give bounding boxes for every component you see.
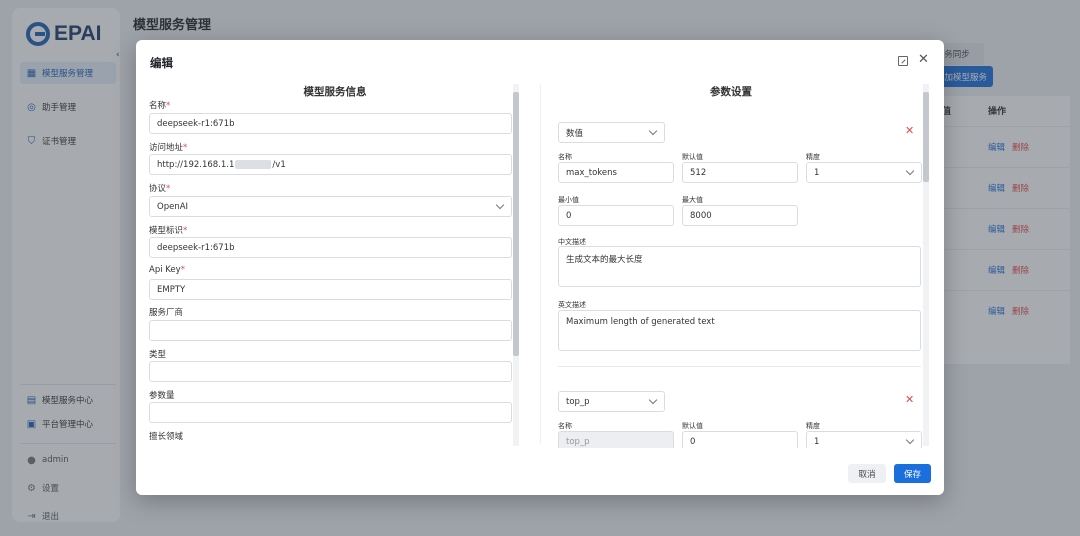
param-default-field[interactable]: 512	[682, 162, 798, 183]
param-min-field[interactable]: 0	[558, 205, 674, 226]
fullscreen-icon[interactable]	[898, 56, 908, 66]
protocol-label: 协议*	[149, 184, 171, 194]
param-zh-desc-field[interactable]: 生成文本的最大长度	[558, 246, 921, 287]
param-count-field[interactable]	[149, 402, 512, 423]
protocol-select[interactable]: OpenAI	[149, 196, 512, 217]
param-name-label: 名称	[558, 153, 572, 161]
vendor-field[interactable]	[149, 320, 512, 341]
remove-param-icon[interactable]: ✕	[905, 124, 914, 137]
name-label: 名称*	[149, 101, 171, 111]
param-count-label: 参数量	[149, 391, 175, 401]
chevron-down-icon	[495, 200, 505, 210]
chevron-down-icon	[905, 435, 915, 445]
url-field[interactable]: http://192.168.1.1/v1	[149, 154, 512, 175]
left-scrollbar-thumb[interactable]	[513, 92, 519, 356]
param-precision-select[interactable]: 1	[806, 162, 922, 183]
model-id-label: 模型标识*	[149, 226, 188, 236]
right-scrollbar-thumb[interactable]	[923, 92, 929, 182]
param-min-label: 最小值	[558, 196, 579, 204]
param-default-label: 默认值	[682, 153, 703, 161]
cancel-button[interactable]: 取消	[848, 464, 886, 483]
param-default-field[interactable]: 0	[682, 431, 798, 448]
right-scrollbar[interactable]	[923, 84, 929, 446]
url-label: 访问地址*	[149, 143, 188, 153]
chevron-down-icon	[648, 395, 658, 405]
param-default-label: 默认值	[682, 422, 703, 430]
param-en-desc-label: 英文描述	[558, 301, 586, 309]
param-name-field[interactable]: top_p	[558, 431, 674, 448]
param-precision-select[interactable]: 1	[806, 431, 922, 448]
param-precision-label: 精度	[806, 422, 820, 430]
apikey-label: Api Key*	[149, 265, 185, 275]
column-divider	[540, 84, 541, 444]
domain-label: 擅长领域	[149, 432, 184, 442]
model-id-field[interactable]: deepseek-r1:671b	[149, 237, 512, 258]
type-field[interactable]	[149, 361, 512, 382]
apikey-field[interactable]: EMPTY	[149, 279, 512, 300]
name-field[interactable]: deepseek-r1:671b	[149, 113, 512, 134]
redacted-blur	[235, 160, 272, 169]
param-max-field[interactable]: 8000	[682, 205, 798, 226]
param-type-select[interactable]: top_p	[558, 391, 665, 412]
chevron-down-icon	[905, 166, 915, 176]
edit-modal: 编辑 ✕ 模型服务信息 名称* deepseek-r1:671b 访问地址* h…	[136, 40, 944, 495]
chevron-down-icon	[648, 126, 658, 136]
param-name-label: 名称	[558, 422, 572, 430]
save-button[interactable]: 保存	[894, 464, 931, 483]
service-info-title: 模型服务信息	[303, 86, 367, 98]
remove-param-icon[interactable]: ✕	[905, 393, 914, 406]
close-icon[interactable]: ✕	[918, 52, 929, 68]
service-info-panel: 模型服务信息 名称* deepseek-r1:671b 访问地址* http:/…	[149, 80, 521, 448]
param-name-field[interactable]: max_tokens	[558, 162, 674, 183]
left-scrollbar[interactable]	[513, 84, 519, 446]
param-precision-label: 精度	[806, 153, 820, 161]
modal-title: 编辑	[150, 56, 173, 70]
vendor-label: 服务厂商	[149, 308, 184, 318]
param-type-select[interactable]: 数值	[558, 122, 665, 143]
param-max-label: 最大值	[682, 196, 703, 204]
param-en-desc-field[interactable]: Maximum length of generated text	[558, 310, 921, 351]
params-title: 参数设置	[710, 86, 752, 98]
type-label: 类型	[149, 350, 167, 360]
param-separator	[558, 366, 921, 367]
params-panel: 参数设置 数值 ✕ 名称 max_tokens 默认值 512 精度 1 最小值…	[557, 80, 929, 448]
